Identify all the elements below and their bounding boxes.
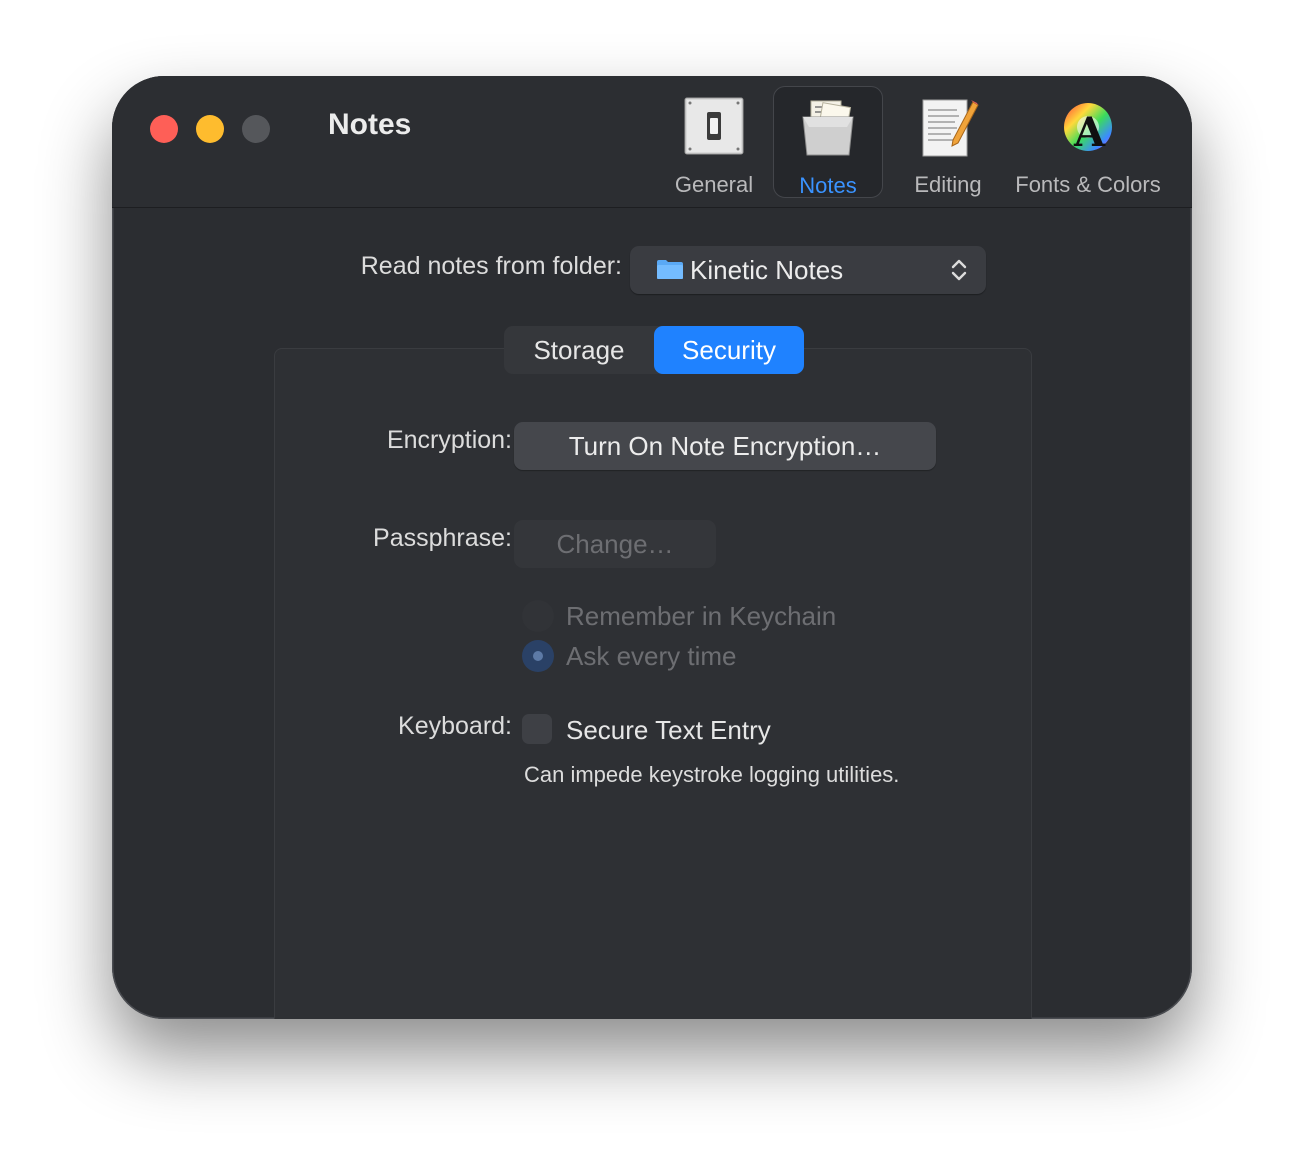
encryption-label: Encryption: <box>386 426 512 454</box>
folder-popup[interactable]: Kinetic Notes <box>630 246 986 294</box>
folder-label: Read notes from folder: <box>360 252 622 280</box>
secure-text-entry-checkbox[interactable] <box>522 714 552 744</box>
close-button[interactable] <box>150 115 178 143</box>
passphrase-label: Passphrase: <box>373 524 512 552</box>
zoom-button <box>242 115 270 143</box>
remember-keychain-label: Remember in Keychain <box>566 601 837 631</box>
switch-icon <box>683 96 745 158</box>
tab-segmented-control: Storage Security <box>504 326 804 374</box>
toolbar-item-general[interactable]: General <box>664 86 764 198</box>
toolbar-item-fonts-colors[interactable]: A Fonts & Colors <box>1008 86 1168 198</box>
ask-every-time-radio <box>522 640 554 672</box>
preferences-window: Notes General Notes Editing A Fonts & Co… <box>112 76 1192 1019</box>
pencil-document-icon <box>917 96 979 158</box>
tab-security[interactable]: Security <box>654 326 804 374</box>
notes-box-icon <box>797 97 859 159</box>
folder-icon <box>657 260 683 279</box>
tab-storage[interactable]: Storage <box>504 326 654 374</box>
window-title: Notes <box>328 108 412 141</box>
title-bar: Notes General Notes Editing A Fonts & Co… <box>112 76 1192 208</box>
ask-every-time-label: Ask every time <box>566 641 737 671</box>
minimize-button[interactable] <box>196 115 224 143</box>
turn-on-encryption-button[interactable]: Turn On Note Encryption… <box>514 422 936 470</box>
toolbar-item-editing[interactable]: Editing <box>892 86 1004 198</box>
svg-text:A: A <box>1073 109 1106 156</box>
up-down-chevron-icon <box>951 259 967 281</box>
toolbar-label-editing: Editing <box>914 172 982 197</box>
toolbar-label-fonts-colors: Fonts & Colors <box>1015 172 1161 197</box>
remember-keychain-radio <box>522 600 554 632</box>
toolbar-label-general: General <box>674 172 754 197</box>
keyboard-label: Keyboard: <box>398 712 512 740</box>
secure-text-entry-label[interactable]: Secure Text Entry <box>566 715 771 746</box>
folder-popup-value: Kinetic Notes <box>690 255 844 285</box>
change-passphrase-button: Change… <box>514 520 716 568</box>
radio-dot <box>533 651 543 661</box>
secure-text-entry-note: Can impede keystroke logging utilities. <box>524 762 900 787</box>
toolbar-label-notes: Notes <box>799 173 857 198</box>
color-wheel-font-icon: A <box>1057 96 1119 158</box>
toolbar-item-notes[interactable]: Notes <box>773 86 883 198</box>
